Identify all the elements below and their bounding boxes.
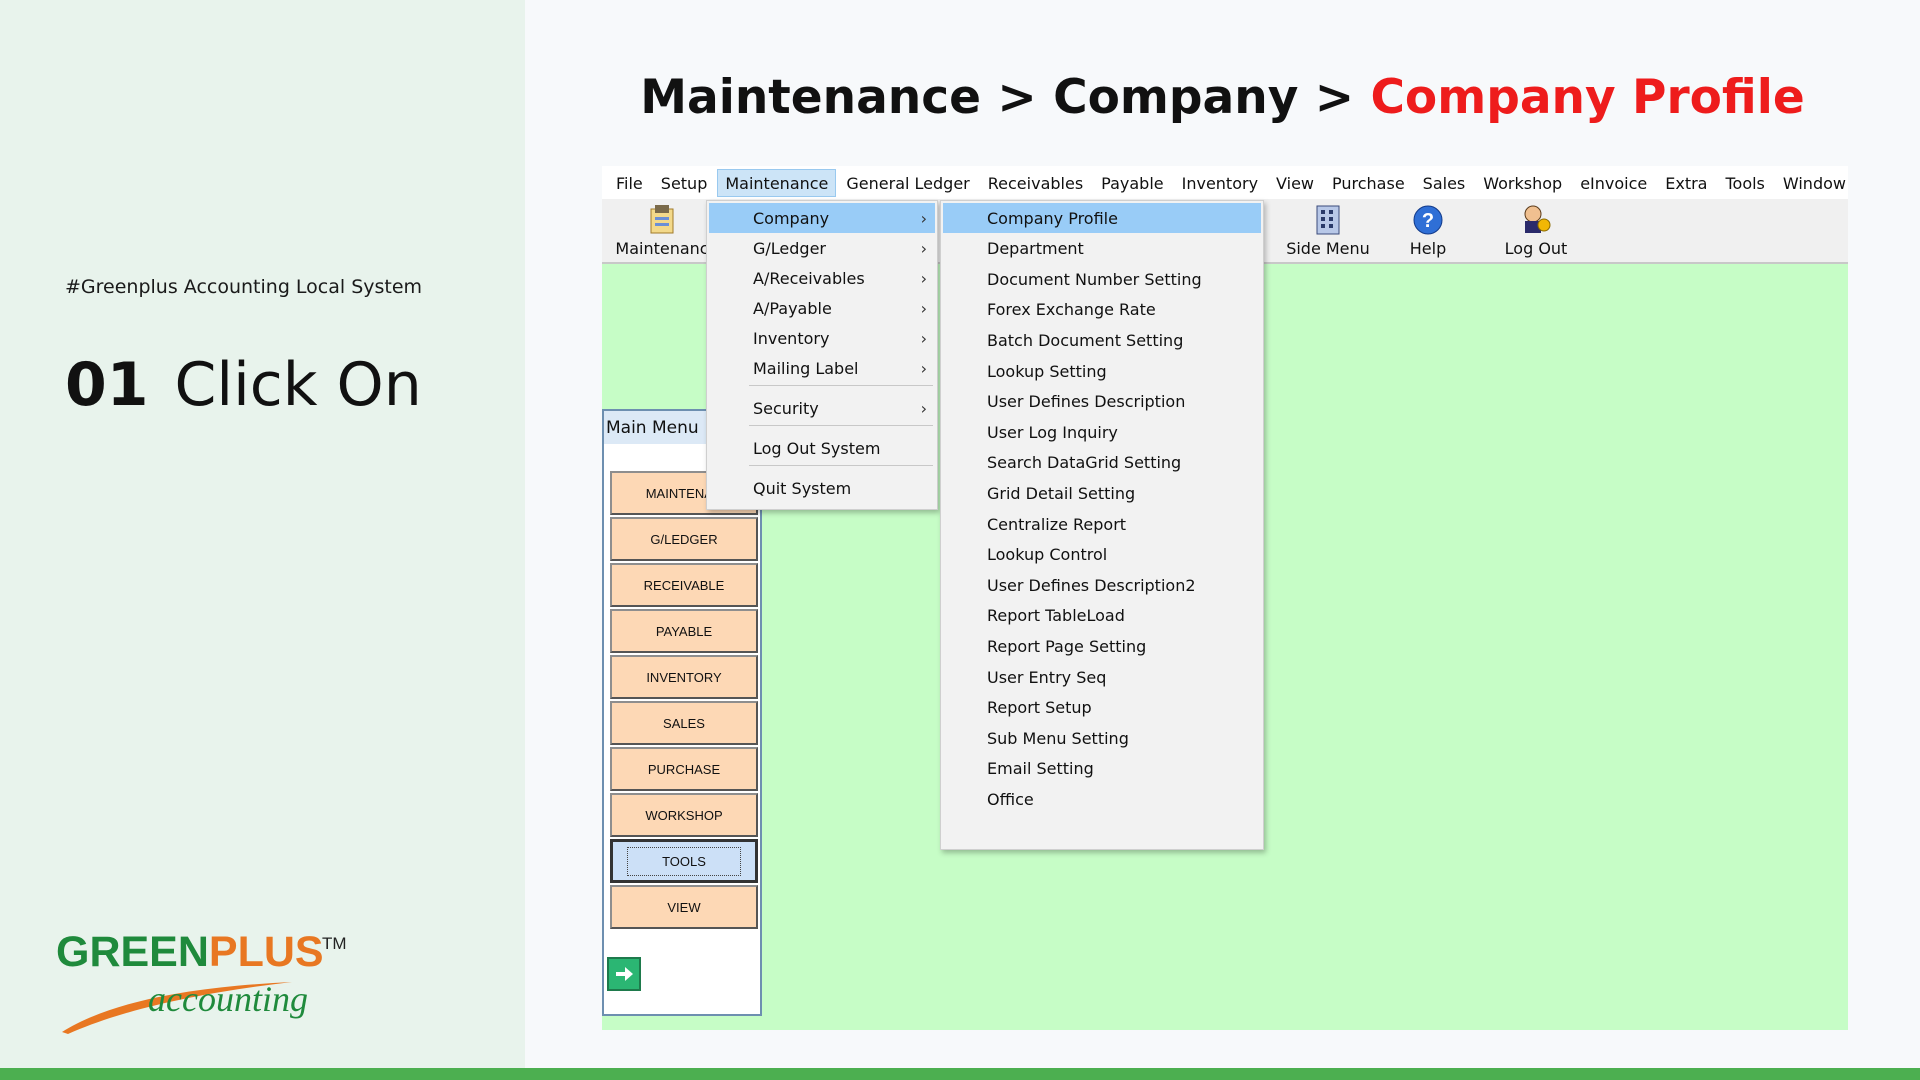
company-submenu-item-batch-document-setting[interactable]: Batch Document Setting: [943, 325, 1261, 355]
menu-workshop[interactable]: Workshop: [1475, 169, 1570, 197]
company-submenu-item-document-number-setting[interactable]: Document Number Setting: [943, 264, 1261, 294]
company-submenu-item-forex-exchange-rate[interactable]: Forex Exchange Rate: [943, 295, 1261, 325]
chevron-right-icon: ›: [920, 329, 927, 348]
toolbar-side-menu-button[interactable]: Side Menu: [1278, 199, 1378, 263]
company-submenu-item-sub-menu-setting[interactable]: Sub Menu Setting: [943, 723, 1261, 753]
company-submenu-item-grid-detail-setting[interactable]: Grid Detail Setting: [943, 478, 1261, 508]
menu-separator: [749, 385, 933, 386]
company-submenu-item-report-page-setting[interactable]: Report Page Setting: [943, 631, 1261, 661]
chevron-right-icon: ›: [920, 239, 927, 258]
logo-script: accounting: [148, 979, 308, 1019]
company-submenu-item-search-datagrid-setting[interactable]: Search DataGrid Setting: [943, 448, 1261, 478]
company-submenu-item-user-log-inquiry[interactable]: User Log Inquiry: [943, 417, 1261, 447]
maintenance-menu-item-security[interactable]: Security ›: [709, 393, 935, 423]
main-menu-go-button[interactable]: [607, 957, 641, 991]
side-menu-icon: [1316, 205, 1340, 235]
company-submenu-item-email-setting[interactable]: Email Setting: [943, 754, 1261, 784]
menu-separator: [749, 425, 933, 426]
help-icon: ?: [1413, 205, 1443, 235]
main-menu-tools-button[interactable]: TOOLS: [610, 839, 758, 883]
chevron-right-icon: ›: [920, 359, 927, 378]
menu-inventory[interactable]: Inventory: [1174, 169, 1266, 197]
main-menu-payable-button[interactable]: PAYABLE: [610, 609, 758, 653]
menu-einvoice[interactable]: eInvoice: [1572, 169, 1655, 197]
toolbar-help-button[interactable]: ? Help: [1398, 199, 1458, 263]
menu-sales[interactable]: Sales: [1415, 169, 1474, 197]
main-menu-g-ledger-button[interactable]: G/LEDGER: [610, 517, 758, 561]
left-panel: #Greenplus Accounting Local System 01 Cli…: [0, 0, 525, 1068]
greenplus-logo: GREENPLUS TM accounting: [56, 928, 356, 1034]
company-submenu-item-lookup-setting[interactable]: Lookup Setting: [943, 356, 1261, 386]
main-menu-workshop-button[interactable]: WORKSHOP: [610, 793, 758, 837]
menu-general-ledger[interactable]: General Ledger: [838, 169, 977, 197]
company-submenu-item-company-profile[interactable]: Company Profile: [943, 203, 1261, 233]
company-submenu-item-user-entry-seq[interactable]: User Entry Seq: [943, 662, 1261, 692]
menu-bar: File Setup Maintenance General Ledger Receiv…: [602, 166, 1848, 199]
menu-view[interactable]: View: [1268, 169, 1322, 197]
menu-tools[interactable]: Tools: [1717, 169, 1772, 197]
toolbar-logout-button[interactable]: Log Out: [1496, 199, 1576, 263]
svg-text:?: ?: [1422, 210, 1434, 232]
maintenance-menu-item-company[interactable]: Company ›: [709, 203, 935, 233]
chevron-right-icon: ›: [920, 269, 927, 288]
logout-icon: [1524, 205, 1551, 233]
menu-setup[interactable]: Setup: [653, 169, 716, 197]
company-submenu-item-department[interactable]: Department: [943, 234, 1261, 264]
company-submenu-item-report-setup[interactable]: Report Setup: [943, 693, 1261, 723]
maintenance-menu-item-quit-system[interactable]: Quit System: [709, 473, 935, 503]
company-submenu-item-user-defines-description2[interactable]: User Defines Description2: [943, 570, 1261, 600]
main-menu-view-button[interactable]: VIEW: [610, 885, 758, 929]
chevron-right-icon: ›: [920, 299, 927, 318]
logo-trademark: TM: [322, 934, 347, 953]
menu-maintenance[interactable]: Maintenance: [717, 168, 837, 197]
maintenance-icon: [650, 205, 674, 234]
step-text: Click On: [174, 350, 422, 420]
menu-purchase[interactable]: Purchase: [1324, 169, 1413, 197]
maintenance-menu-item-mailing-label[interactable]: Mailing Label ›: [709, 353, 935, 383]
title-path: Maintenance > Company >: [640, 70, 1371, 125]
maintenance-dropdown: Company › G/Ledger › A/Receivables › A/Payable…: [706, 200, 938, 510]
company-submenu-item-centralize-report[interactable]: Centralize Report: [943, 509, 1261, 539]
main-menu-receivable-button[interactable]: RECEIVABLE: [610, 563, 758, 607]
menu-receivables[interactable]: Receivables: [980, 169, 1091, 197]
company-submenu-item-office[interactable]: Office: [943, 784, 1261, 814]
app-window: File Setup Maintenance General Ledger Receiv…: [602, 166, 1848, 1030]
company-submenu-item-user-defines-description[interactable]: User Defines Description: [943, 387, 1261, 417]
maintenance-menu-item-g-ledger[interactable]: G/Ledger ›: [709, 233, 935, 263]
arrow-right-icon: [612, 962, 636, 986]
company-submenu: Company Profile Department Document Number…: [940, 200, 1264, 850]
main-menu-inventory-button[interactable]: INVENTORY: [610, 655, 758, 699]
step-heading: 01 Click On: [65, 350, 422, 420]
main-menu-purchase-button[interactable]: PURCHASE: [610, 747, 758, 791]
toolbar-maintenance-button[interactable]: Maintenanc: [612, 199, 712, 263]
chevron-right-icon: ›: [920, 399, 927, 418]
step-number: 01: [65, 350, 149, 420]
title-highlight: Company Profile: [1370, 70, 1805, 125]
hashtag-label: #Greenplus Accounting Local System: [65, 276, 423, 298]
maintenance-menu-item-a-payable[interactable]: A/Payable ›: [709, 293, 935, 323]
menu-payable[interactable]: Payable: [1093, 169, 1171, 197]
menu-file[interactable]: File: [608, 169, 651, 197]
company-submenu-item-lookup-control[interactable]: Lookup Control: [943, 540, 1261, 570]
menu-window[interactable]: Window: [1775, 169, 1848, 197]
menu-separator: [749, 465, 933, 466]
maintenance-menu-item-log-out-system[interactable]: Log Out System: [709, 433, 935, 463]
bottom-bar: [0, 1068, 1920, 1080]
maintenance-menu-item-inventory[interactable]: Inventory ›: [709, 323, 935, 353]
menu-extra[interactable]: Extra: [1657, 169, 1715, 197]
chevron-right-icon: ›: [920, 209, 927, 228]
slide-title: Maintenance > Company > Company Profile: [525, 70, 1920, 125]
maintenance-menu-item-a-receivables[interactable]: A/Receivables ›: [709, 263, 935, 293]
company-submenu-item-report-tableload[interactable]: Report TableLoad: [943, 601, 1261, 631]
main-menu-sales-button[interactable]: SALES: [610, 701, 758, 745]
